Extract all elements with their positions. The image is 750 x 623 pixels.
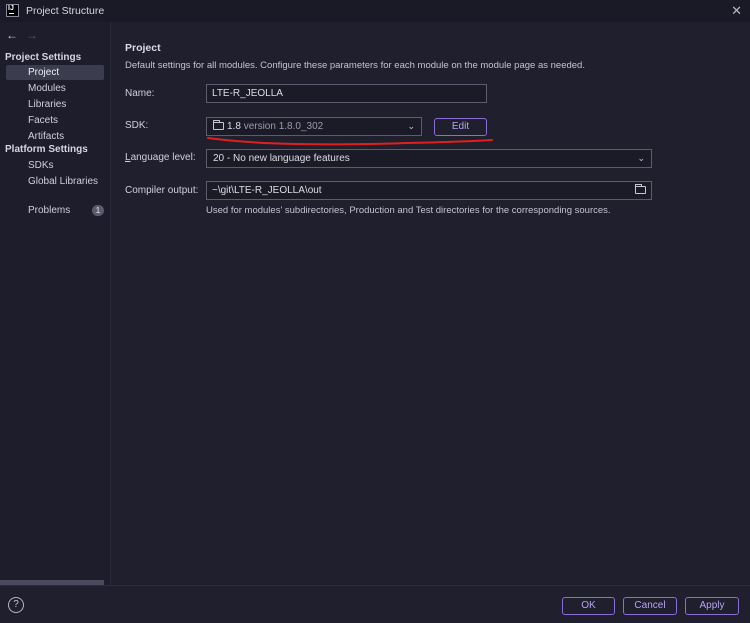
sidebar-item-modules[interactable]: Modules — [6, 81, 104, 96]
name-field[interactable]: LTE-R_JEOLLA — [206, 84, 487, 103]
project-settings-panel: Project Default settings for all modules… — [111, 22, 750, 585]
sidebar: ← → Project Settings Project Modules Libr… — [0, 22, 110, 585]
red-underline-annotation — [207, 137, 493, 146]
language-level-label: Language level: — [125, 152, 196, 163]
app-icon-text: IJ — [8, 5, 14, 12]
sidebar-item-sdks[interactable]: SDKs — [6, 158, 104, 173]
problems-label: Problems — [28, 205, 71, 216]
help-icon[interactable]: ? — [8, 597, 24, 613]
sidebar-item-artifacts[interactable]: Artifacts — [6, 129, 104, 144]
compiler-output-value: ~\git\LTE-R_JEOLLA\out — [212, 185, 322, 196]
page-description: Default settings for all modules. Config… — [125, 60, 585, 71]
sidebar-item-global-libraries[interactable]: Global Libraries — [6, 174, 104, 189]
compiler-output-label: Compiler output: — [125, 185, 199, 196]
title-bar: IJ Project Structure ✕ — [0, 0, 750, 22]
apply-button[interactable]: Apply — [685, 597, 739, 615]
language-level-value: 20 - No new language features — [213, 153, 350, 164]
sidebar-item-problems[interactable]: Problems 1 — [6, 203, 104, 218]
sdk-name: 1.8 — [227, 121, 241, 132]
window-title: Project Structure — [26, 5, 105, 17]
compiler-output-help: Used for modules' subdirectories, Produc… — [206, 205, 611, 216]
language-level-label-text: anguage level: — [130, 152, 196, 163]
compiler-output-field[interactable]: ~\git\LTE-R_JEOLLA\out — [206, 181, 652, 200]
folder-browse-icon[interactable] — [635, 184, 646, 194]
cancel-button[interactable]: Cancel — [623, 597, 677, 615]
sidebar-item-project[interactable]: Project — [6, 65, 104, 80]
project-settings-header: Project Settings — [5, 52, 82, 63]
intellij-app-icon: IJ — [6, 4, 19, 17]
nav-arrows: ← → — [6, 28, 38, 42]
platform-settings-header: Platform Settings — [5, 144, 88, 155]
language-level-dropdown[interactable]: 20 - No new language features ⌄ — [206, 149, 652, 168]
dialog-footer: ? OK Cancel Apply — [0, 585, 750, 623]
chevron-down-icon: ⌄ — [637, 153, 645, 163]
page-title: Project — [125, 42, 161, 54]
name-label: Name: — [125, 88, 155, 99]
sdk-version: version 1.8.0_302 — [243, 121, 324, 132]
problems-count-badge: 1 — [92, 205, 104, 216]
ok-button[interactable]: OK — [562, 597, 615, 615]
close-icon[interactable]: ✕ — [731, 3, 742, 19]
back-arrow-icon[interactable]: ← — [6, 28, 18, 42]
sdk-label: SDK: — [125, 120, 149, 131]
forward-arrow-icon[interactable]: → — [26, 28, 38, 42]
sidebar-item-libraries[interactable]: Libraries — [6, 97, 104, 112]
folder-icon — [213, 120, 224, 130]
sidebar-item-facets[interactable]: Facets — [6, 113, 104, 128]
